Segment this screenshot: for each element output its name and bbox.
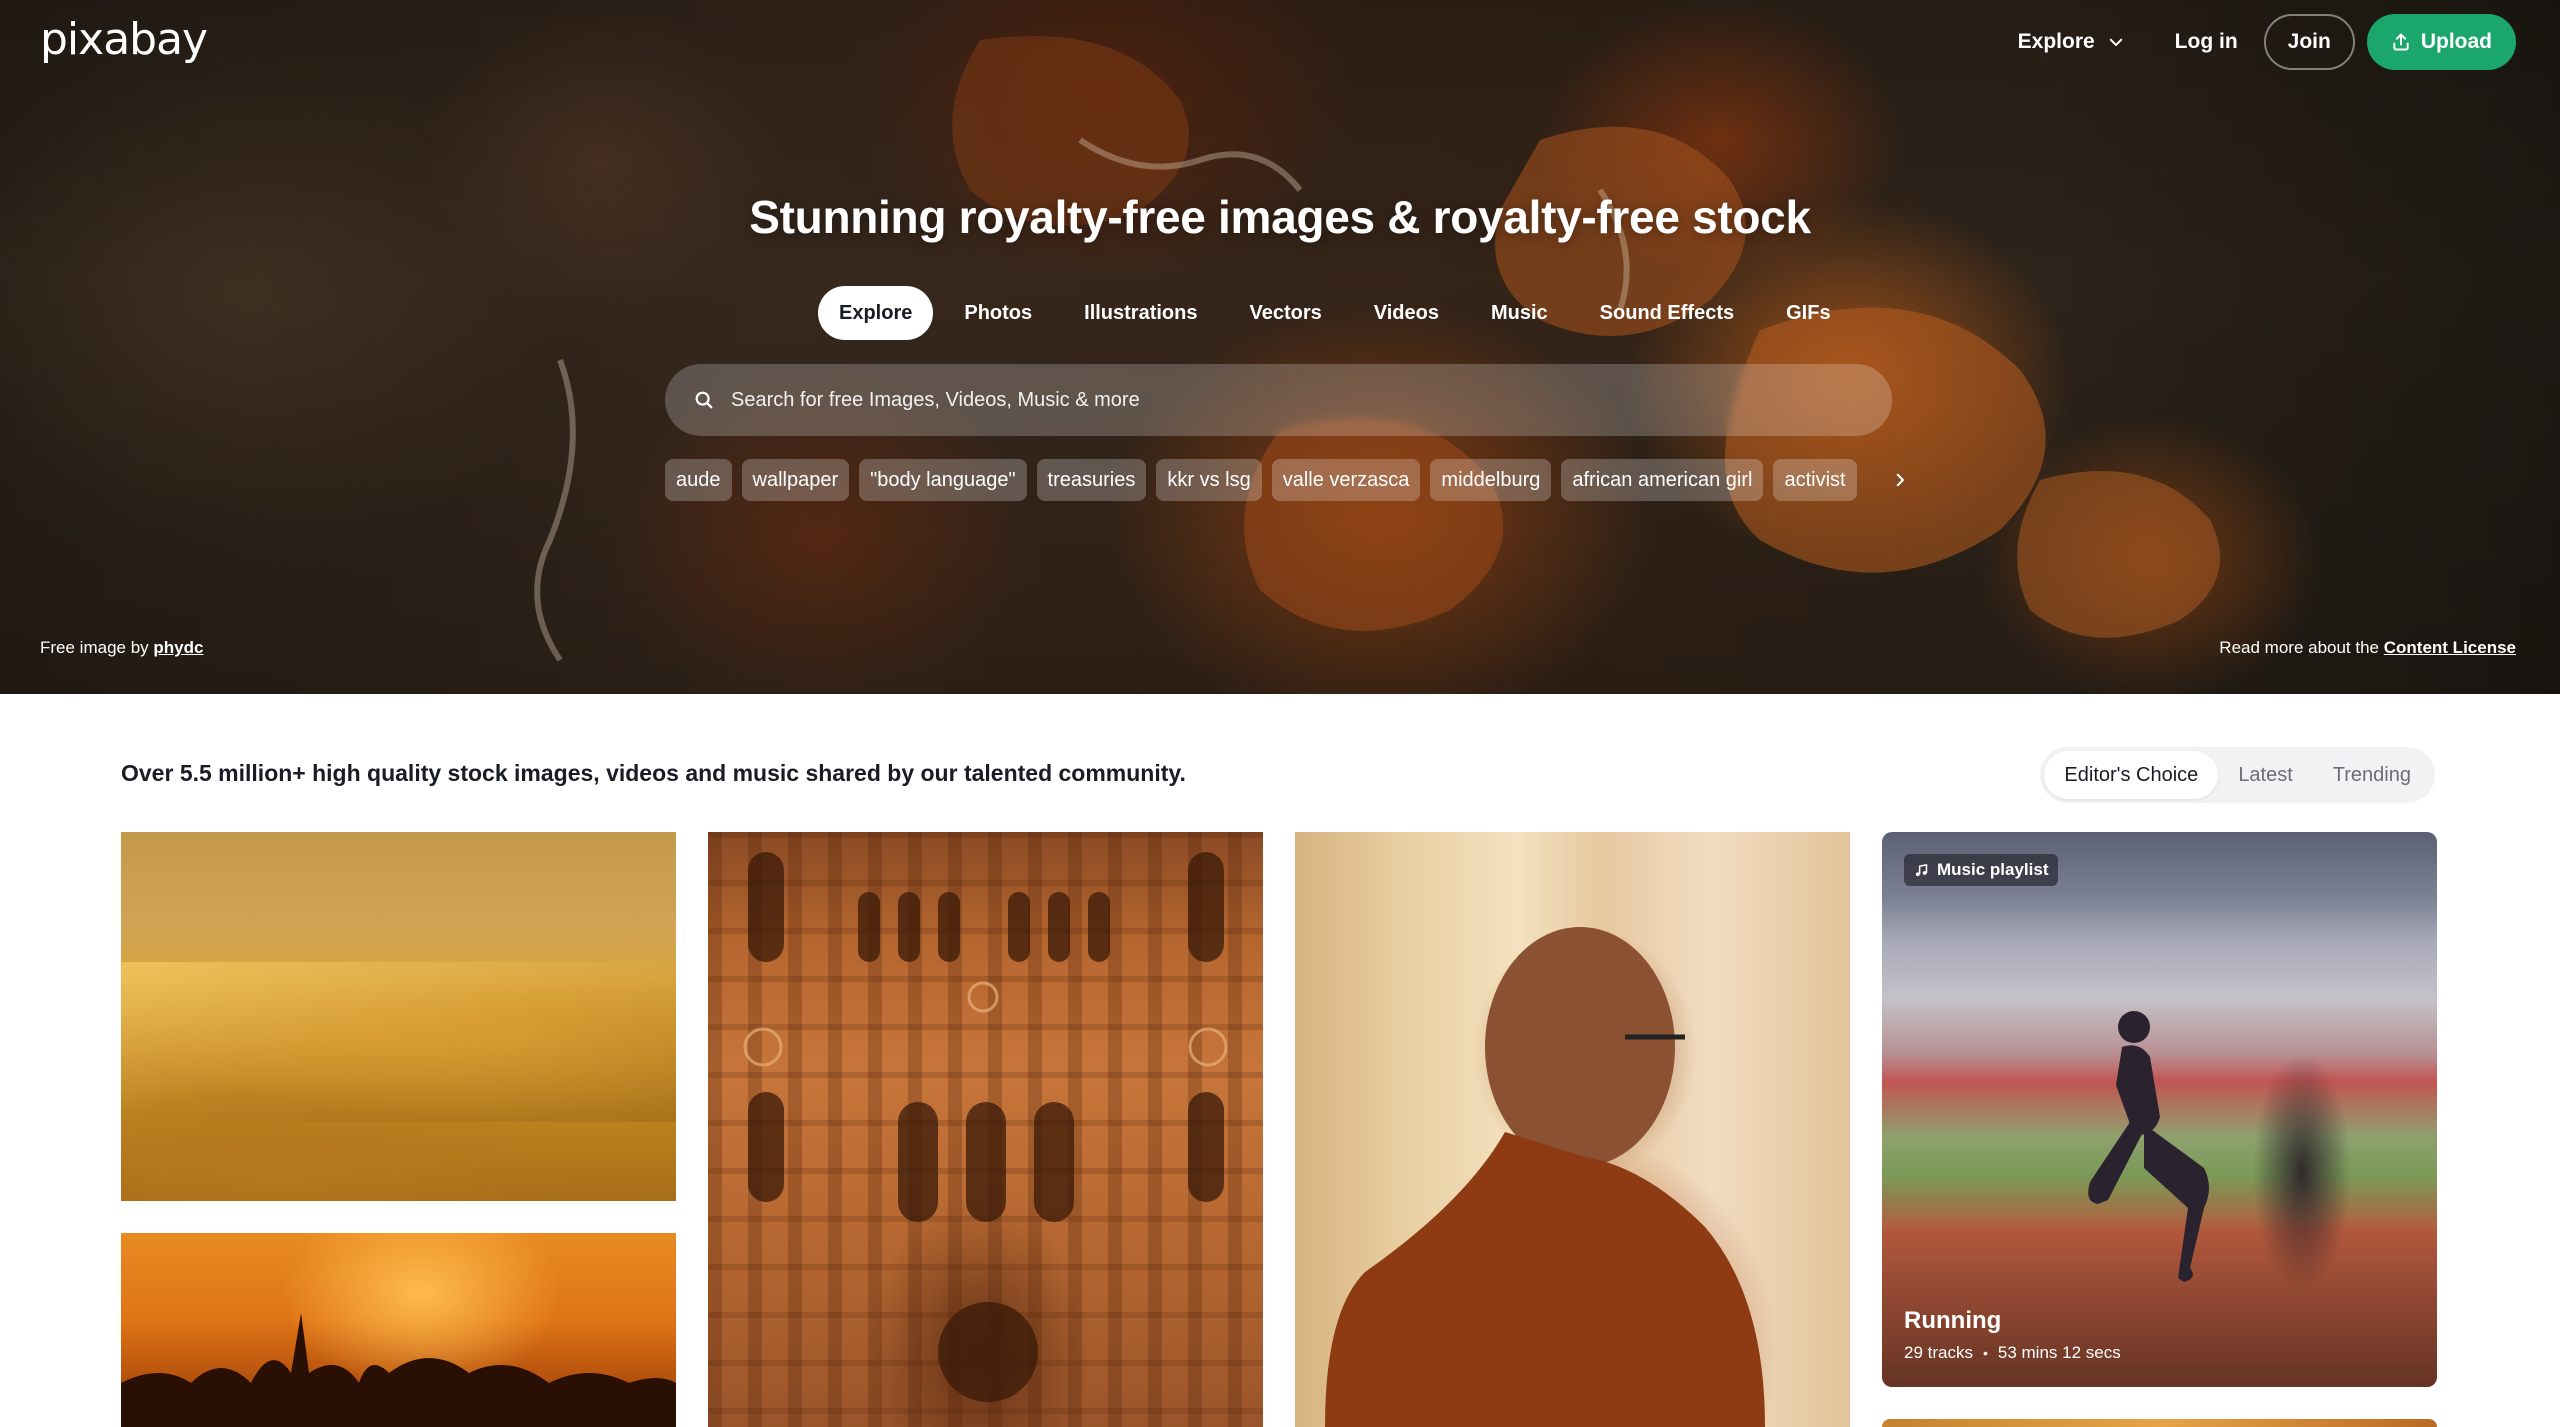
search-chip[interactable]: african american girl <box>1561 459 1764 501</box>
search-chip[interactable]: treasuries <box>1036 459 1147 501</box>
image-credit: Free image by phydc <box>40 638 203 658</box>
music-playlist-badge: Music playlist <box>1904 854 2059 886</box>
tab-photos[interactable]: Photos <box>943 286 1053 340</box>
join-button[interactable]: Join <box>2263 14 2355 70</box>
playlist-track-count: 29 tracks <box>1904 1343 1973 1362</box>
silhouette-grass <box>121 1313 676 1427</box>
image-tile-brick-cathedral[interactable] <box>708 832 1263 1427</box>
credit-prefix: Free image by <box>40 638 149 657</box>
image-tile-desert-dunes[interactable] <box>121 832 676 1201</box>
tab-videos[interactable]: Videos <box>1353 286 1460 340</box>
search-icon <box>695 391 713 409</box>
tab-illustrations[interactable]: Illustrations <box>1063 286 1218 340</box>
cathedral-windows <box>743 852 1228 1402</box>
tab-trending[interactable]: Trending <box>2313 751 2431 799</box>
pixabay-logo[interactable]: pixabay <box>40 14 208 65</box>
explore-menu-button[interactable]: Explore <box>1994 16 2149 68</box>
tab-sound-effects[interactable]: Sound Effects <box>1579 286 1755 340</box>
tab-gifs[interactable]: GIFs <box>1765 286 1851 340</box>
upload-button[interactable]: Upload <box>2366 14 2516 70</box>
upload-label: Upload <box>2420 30 2492 53</box>
content-license-link[interactable]: Content License <box>2384 638 2516 657</box>
search-chip[interactable]: middelburg <box>1430 459 1552 501</box>
chips-next-button[interactable] <box>1885 459 1915 501</box>
tab-vectors[interactable]: Vectors <box>1229 286 1343 340</box>
image-tile-partial[interactable] <box>1882 1419 2437 1427</box>
media-type-tabs: Explore Photos Illustrations Vectors Vid… <box>818 286 1852 340</box>
search-chip[interactable]: kkr vs lsg <box>1156 459 1262 501</box>
chevron-right-icon <box>1896 473 1904 487</box>
tab-editors-choice[interactable]: Editor's Choice <box>2044 751 2219 799</box>
music-playlist-badge-label: Music playlist <box>1937 860 2049 879</box>
tab-latest[interactable]: Latest <box>2218 751 2312 799</box>
chevron-down-icon <box>2109 38 2122 46</box>
search-chip[interactable]: valle verzasca <box>1271 459 1421 501</box>
intro-text: Over 5.5 million+ high quality stock ima… <box>121 760 1186 786</box>
search-chip[interactable]: aude <box>665 459 732 501</box>
upload-icon <box>2393 33 2409 51</box>
top-navigation: Explore Log in Join Upload <box>1994 14 2516 70</box>
login-link[interactable]: Log in <box>2149 30 2264 54</box>
playlist-title: Running <box>1904 1307 2002 1334</box>
suggested-searches: aude wallpaper "body language" treasurie… <box>665 459 1915 501</box>
hero-title: Stunning royalty-free images & royalty-f… <box>749 191 1811 243</box>
image-tile-monk-portrait[interactable] <box>1295 832 1850 1427</box>
search-chip[interactable]: "body language" <box>859 459 1027 501</box>
hero-banner: pixabay Explore Log in Join Upload Stunn… <box>0 0 2560 694</box>
playlist-duration: 53 mins 12 secs <box>1997 1343 2121 1362</box>
search-chip[interactable]: activist <box>1773 459 1857 501</box>
tab-music[interactable]: Music <box>1470 286 1569 340</box>
license-prefix: Read more about the <box>2219 638 2380 657</box>
playlist-meta: 29 tracks • 53 mins 12 secs <box>1904 1343 2121 1363</box>
search-input[interactable] <box>731 364 1892 436</box>
explore-menu-label: Explore <box>2017 30 2095 53</box>
license-note: Read more about the Content License <box>2219 638 2516 658</box>
image-tile-sunset-silhouette[interactable] <box>121 1233 676 1427</box>
search-bar <box>665 364 1892 436</box>
music-note-icon <box>1915 863 1928 876</box>
meta-separator-dot: • <box>1982 1345 1988 1361</box>
monk-figure <box>1325 927 1765 1427</box>
tab-explore[interactable]: Explore <box>818 286 934 340</box>
sort-tabs: Editor's Choice Latest Trending <box>2040 747 2435 803</box>
runner-figure <box>2088 1011 2209 1282</box>
credit-author-link[interactable]: phydc <box>153 638 203 657</box>
music-playlist-card-running[interactable]: Music playlist Running 29 tracks • 53 mi… <box>1882 832 2437 1387</box>
search-chip[interactable]: wallpaper <box>741 459 850 501</box>
